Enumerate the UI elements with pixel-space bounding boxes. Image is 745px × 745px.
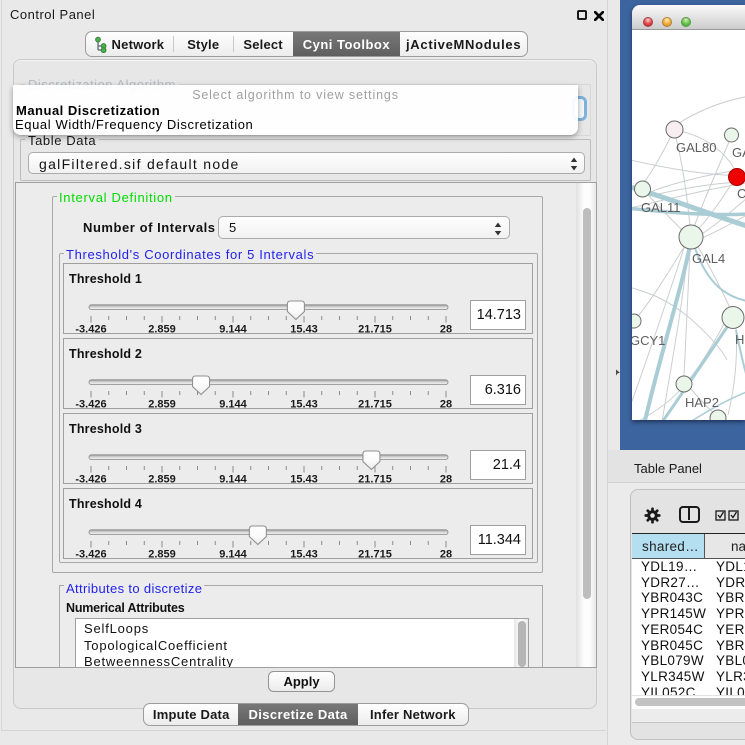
svg-text:15.43: 15.43 [290, 324, 318, 336]
svg-text:15.43: 15.43 [290, 549, 318, 561]
svg-text:28: 28 [440, 549, 452, 561]
svg-text:9.144: 9.144 [219, 474, 247, 486]
svg-text:H: H [735, 332, 744, 347]
svg-text:21.715: 21.715 [358, 474, 392, 486]
svg-text:-3.426: -3.426 [75, 474, 106, 486]
svg-text:GCY1: GCY1 [632, 333, 665, 348]
svg-text:CY: CY [737, 186, 745, 201]
svg-text:GAL80: GAL80 [676, 140, 716, 155]
svg-text:2.859: 2.859 [148, 549, 176, 561]
svg-text:HAP2: HAP2 [685, 395, 719, 410]
svg-text:2.859: 2.859 [148, 474, 176, 486]
svg-text:2.859: 2.859 [148, 324, 176, 336]
svg-text:15.43: 15.43 [290, 474, 318, 486]
svg-text:-3.426: -3.426 [75, 399, 106, 411]
svg-text:9.144: 9.144 [219, 549, 247, 561]
svg-text:28: 28 [440, 324, 452, 336]
svg-text:28: 28 [440, 474, 452, 486]
svg-text:2.859: 2.859 [148, 399, 176, 411]
svg-text:28: 28 [440, 399, 452, 411]
svg-text:21.715: 21.715 [358, 324, 392, 336]
svg-text:GAL11: GAL11 [641, 200, 681, 215]
svg-text:15.43: 15.43 [290, 399, 318, 411]
svg-text:-3.426: -3.426 [75, 324, 106, 336]
svg-text:-3.426: -3.426 [75, 549, 106, 561]
svg-text:GA: GA [732, 145, 745, 160]
svg-text:GAL4: GAL4 [692, 251, 725, 266]
svg-text:9.144: 9.144 [219, 399, 247, 411]
svg-text:9.144: 9.144 [219, 324, 247, 336]
svg-text:21.715: 21.715 [358, 549, 392, 561]
svg-text:21.715: 21.715 [358, 399, 392, 411]
